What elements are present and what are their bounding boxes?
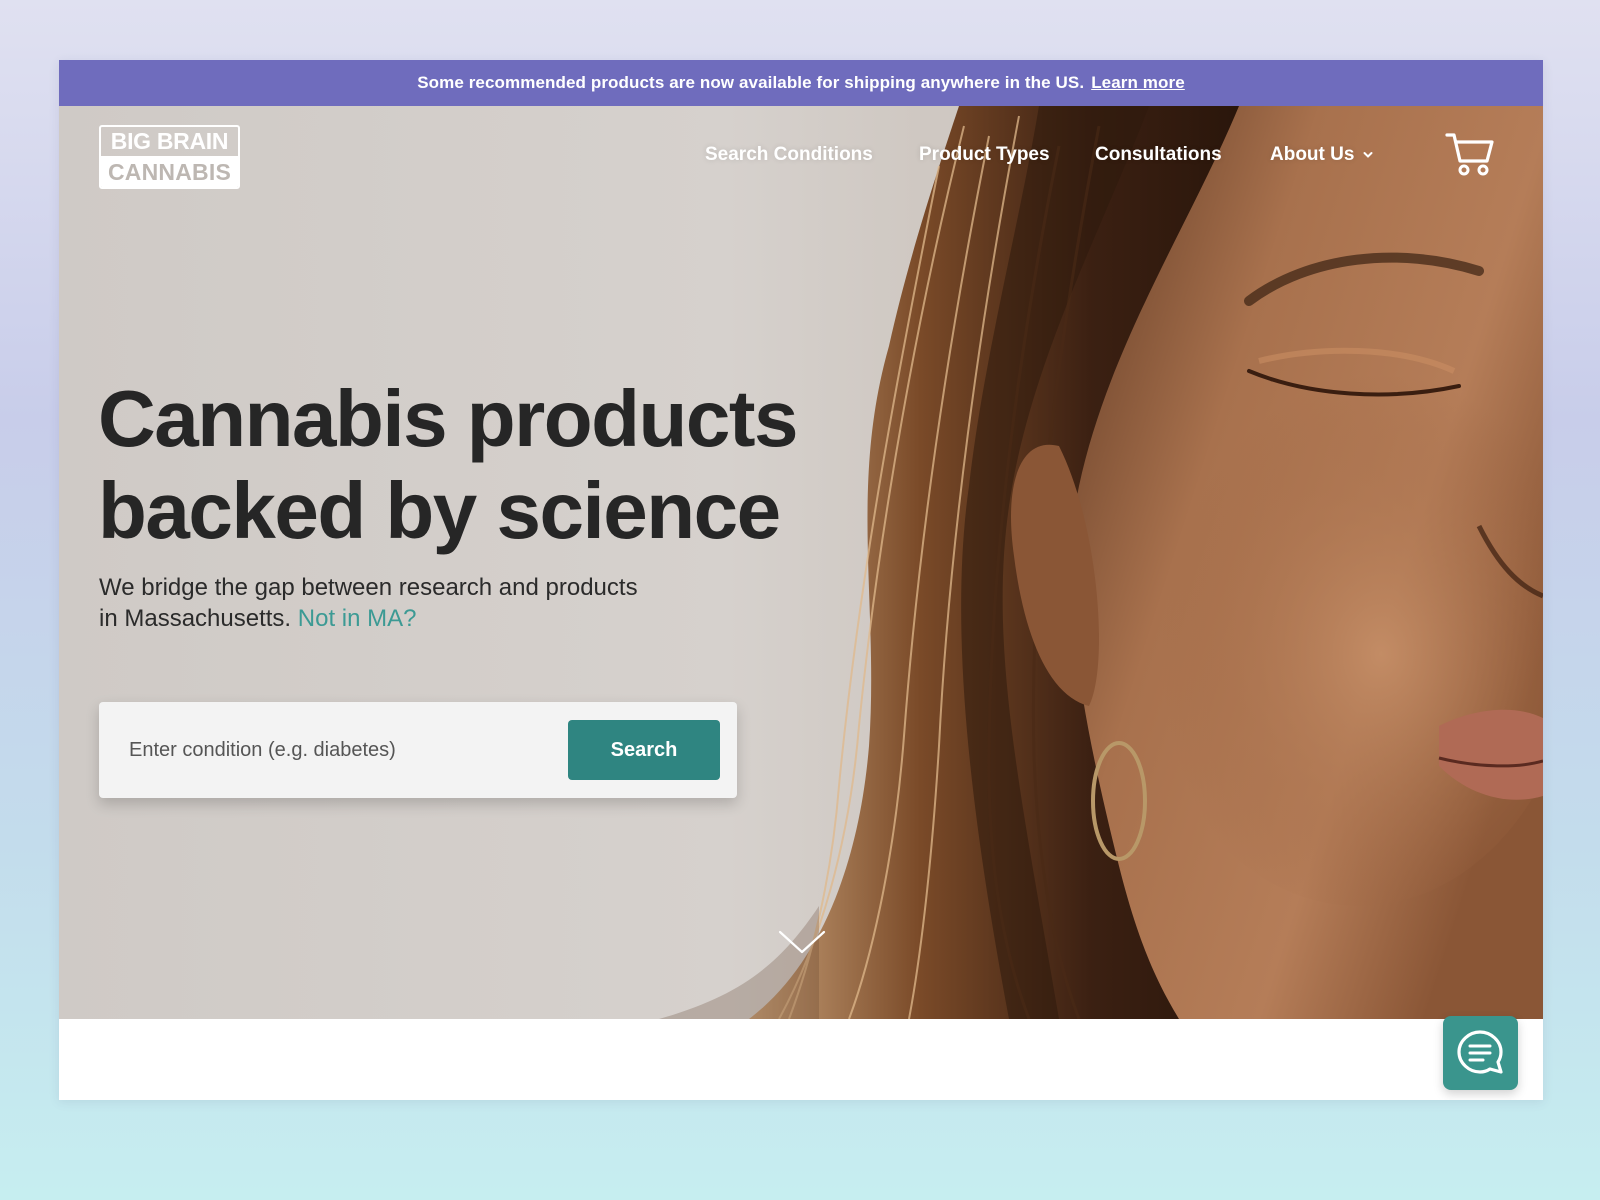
browser-page: Some recommended products are now availa…	[59, 60, 1543, 1100]
hero-photo	[659, 106, 1543, 1019]
hero-section: BIG BRAIN CANNABIS Search Conditions Pro…	[59, 106, 1543, 1019]
hero-subtext: We bridge the gap between research and p…	[99, 572, 659, 634]
cart-icon[interactable]	[1445, 131, 1495, 177]
chevron-down-icon[interactable]	[777, 928, 827, 958]
learn-more-link[interactable]: Learn more	[1091, 73, 1185, 93]
chevron-down-icon	[1363, 151, 1373, 158]
hero-headline: Cannabis products backed by science	[98, 373, 878, 557]
main-nav: Search Conditions Product Types Consulta…	[59, 144, 1543, 174]
condition-search-form: Search	[99, 702, 737, 798]
headline-line-1: Cannabis products	[98, 374, 799, 463]
chat-button[interactable]	[1443, 1016, 1518, 1090]
nav-search-conditions[interactable]: Search Conditions	[705, 144, 873, 166]
nav-product-types[interactable]: Product Types	[919, 144, 1050, 166]
announcement-bar: Some recommended products are now availa…	[59, 60, 1543, 106]
nav-about-us-label: About Us	[1270, 144, 1355, 165]
condition-search-input[interactable]	[99, 702, 559, 798]
chat-icon	[1457, 1030, 1503, 1074]
not-in-ma-link[interactable]: Not in MA?	[298, 605, 417, 632]
search-button[interactable]: Search	[568, 720, 720, 780]
headline-line-2: backed by science	[98, 466, 781, 555]
announcement-text: Some recommended products are now availa…	[417, 73, 1085, 92]
nav-about-us[interactable]: About Us	[1270, 144, 1373, 166]
nav-consultations[interactable]: Consultations	[1095, 144, 1222, 166]
